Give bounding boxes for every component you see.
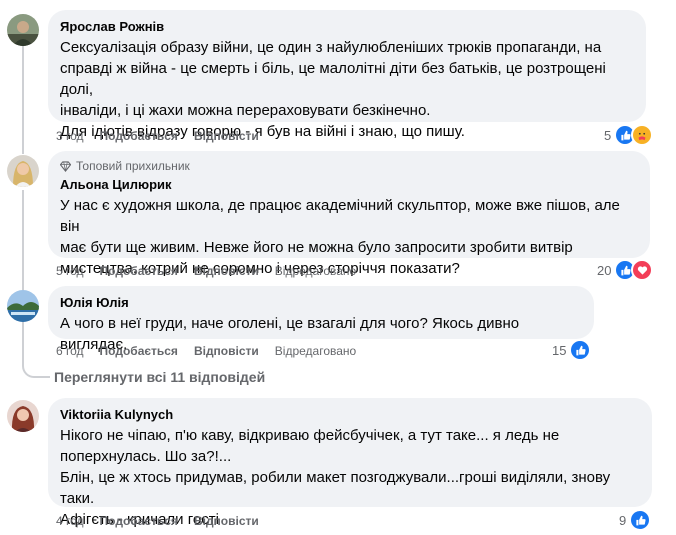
reaction-count: 15 <box>552 342 567 358</box>
comment-bubble: Ярослав Рожнів Сексуалізація образу війн… <box>48 10 646 140</box>
comment-line: справді ж війна - це смерть і біль, це м… <box>60 60 606 98</box>
comment-time[interactable]: 5 год <box>56 263 84 279</box>
like-button[interactable]: Подобається <box>100 513 178 529</box>
comment-actions: 4 год Подобається Відповісти <box>56 513 259 529</box>
like-button[interactable]: Подобається <box>100 128 178 144</box>
reply-button[interactable]: Відповісти <box>194 513 259 529</box>
edited-label: Відредаговано <box>274 264 357 278</box>
thread-line <box>22 190 24 360</box>
like-button[interactable]: Подобається <box>100 263 178 279</box>
comment-time[interactable]: 4 год <box>56 513 84 529</box>
reply-button[interactable]: Відповісти <box>194 263 259 279</box>
comment-line: Нікого не чіпаю, п'ю каву, відкриваю фей… <box>60 427 560 444</box>
comment-actions: 3 год Подобається Відповісти <box>56 128 259 144</box>
reaction-count: 5 <box>604 127 612 143</box>
comment-line: поперхнулась. Шо за?!... <box>60 448 232 465</box>
like-icon <box>569 339 592 361</box>
comment-time[interactable]: 6 год <box>56 343 84 359</box>
avatar[interactable] <box>7 155 39 187</box>
reply-button[interactable]: Відповісти <box>194 343 259 359</box>
comment-line: Блін, це ж хтось придумав, робили макет … <box>60 469 611 507</box>
view-all-replies-button[interactable]: Переглянути всі 11 відповідей <box>54 368 265 386</box>
thread-line-curve <box>22 360 50 378</box>
reply-button[interactable]: Відповісти <box>194 128 259 144</box>
reaction-summary[interactable]: 5 <box>604 124 654 146</box>
love-icon <box>631 259 654 281</box>
care-icon <box>631 124 654 146</box>
reaction-count: 9 <box>619 512 627 528</box>
reaction-summary[interactable]: 9 <box>619 509 652 531</box>
reaction-summary[interactable]: 15 <box>552 339 592 361</box>
avatar[interactable] <box>7 14 39 46</box>
like-button[interactable]: Подобається <box>100 343 178 359</box>
comment-actions: 6 год Подобається Відповісти Відредагова… <box>56 343 356 359</box>
comment-author[interactable]: Юлія Юлія <box>60 294 582 311</box>
reaction-summary[interactable]: 20 <box>597 259 654 281</box>
edited-label: Відредаговано <box>274 344 357 358</box>
comment-line: Сексуалізація образу війни, це один з на… <box>60 39 602 56</box>
top-fan-badge: Топовий прихильник <box>60 159 638 174</box>
comment-line: має бути ще живим. Невже його не можна б… <box>60 239 573 256</box>
comment-bubble: Юлія Юлія А чого в неї груди, наче оголе… <box>48 286 594 353</box>
avatar[interactable] <box>7 400 39 432</box>
comment-author[interactable]: Альона Цилюрик <box>60 176 638 193</box>
avatar[interactable] <box>7 290 39 322</box>
badge-label: Топовий прихильник <box>76 159 190 173</box>
reaction-count: 20 <box>597 262 612 278</box>
thread-line <box>22 44 24 154</box>
comment-author[interactable]: Ярослав Рожнів <box>60 18 634 35</box>
like-icon <box>629 509 652 531</box>
comment-time[interactable]: 3 год <box>56 128 84 144</box>
comment-actions: 5 год Подобається Відповісти Відредагова… <box>56 263 356 279</box>
comment-author[interactable]: Viktoriia Kulynych <box>60 406 640 423</box>
comment-line: інваліди, і ці жахи можна перераховувати… <box>60 102 431 119</box>
comment-bubble: Топовий прихильник Альона Цилюрик У нас … <box>48 151 650 277</box>
comment-text: Сексуалізація образу війни, це один з на… <box>60 37 634 142</box>
diamond-icon <box>60 161 71 172</box>
comment-bubble: Viktoriia Kulynych Нікого не чіпаю, п'ю … <box>48 398 652 528</box>
comment-line: У нас є художня школа, де працює академі… <box>60 197 620 235</box>
